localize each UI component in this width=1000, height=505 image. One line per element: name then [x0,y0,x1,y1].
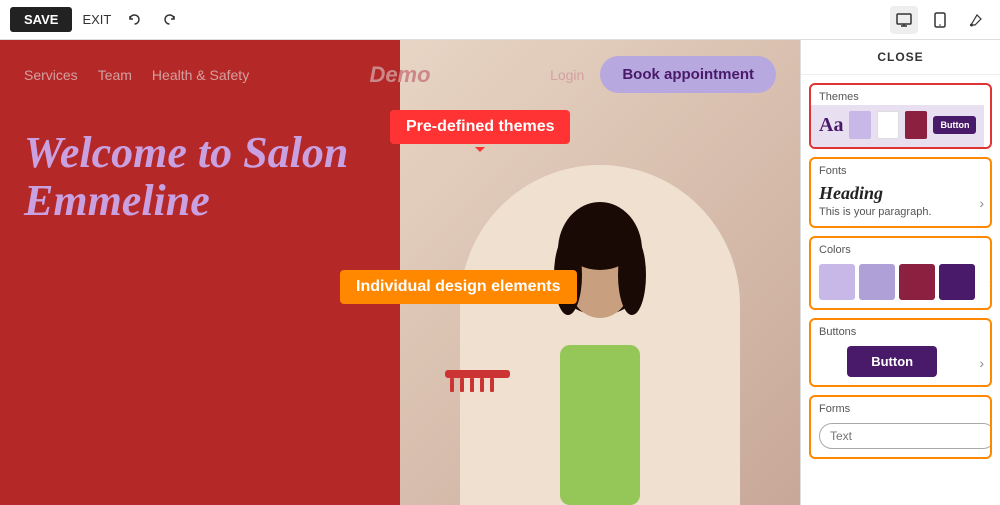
button-preview: Button [847,346,937,377]
fonts-section[interactable]: Fonts Heading This is your paragraph. › [809,157,992,228]
book-appointment-button[interactable]: Book appointment [600,56,776,93]
tooltip-design: Individual design elements [340,270,577,304]
hero-title: Welcome to Salon Emmeline [24,129,404,226]
person-silhouette [490,185,710,505]
forms-section[interactable]: Forms ✓ › [809,395,992,459]
preview-nav: Services Team Health & Safety Demo Login… [0,40,800,109]
nav-health[interactable]: Health & Safety [152,67,249,83]
themes-swatch-3 [905,111,927,139]
forms-content: ✓ [811,417,992,457]
exit-button[interactable]: EXIT [82,12,111,27]
nav-login[interactable]: Login [550,67,584,83]
nav-team[interactable]: Team [98,67,132,83]
themes-label: Themes [811,85,990,105]
nav-services[interactable]: Services [24,67,78,83]
themes-section[interactable]: Themes Aa Button › [809,83,992,149]
buttons-chevron-icon: › [973,355,990,371]
themes-swatch-1 [849,111,871,139]
forms-row: ✓ › [811,417,990,457]
redo-button[interactable] [155,6,183,34]
fonts-chevron-icon: › [973,195,990,211]
themes-swatch-2 [877,111,899,139]
buttons-row: Button › [811,340,990,385]
themes-preview: Aa Button [811,105,984,147]
forms-body: ✓ [811,417,992,457]
buttons-section[interactable]: Buttons Button › [809,318,992,387]
color-swatch-2 [859,264,895,300]
fonts-row: Heading This is your paragraph. › [811,179,990,226]
themes-aa-text: Aa [819,114,843,137]
close-button[interactable]: CLOSE [801,40,1000,75]
color-swatch-1 [819,264,855,300]
undo-button[interactable] [121,6,149,34]
paint-button[interactable] [962,6,990,34]
themes-row: Aa Button › [811,105,990,147]
color-swatch-3 [899,264,935,300]
nav-logo: Demo [369,62,430,88]
fonts-content: Heading This is your paragraph. [811,179,973,226]
colors-label: Colors [811,238,990,258]
colors-body [811,258,983,308]
main-area: Services Team Health & Safety Demo Login… [0,40,1000,505]
colors-chevron-icon: › [983,275,992,291]
forms-input-preview[interactable] [819,423,992,449]
forms-label: Forms [811,397,990,417]
color-swatch-4 [939,264,975,300]
themes-body: Aa Button [811,105,984,147]
right-panel: CLOSE Themes Aa Button › Fonts [800,40,1000,505]
colors-swatches [811,258,983,308]
nav-links: Services Team Health & Safety [24,67,249,83]
desktop-view-button[interactable] [890,6,918,34]
fonts-label: Fonts [811,159,990,179]
toolbar-icons [121,6,183,34]
buttons-body: Button [811,340,973,385]
colors-row: › [811,258,990,308]
buttons-label: Buttons [811,320,990,340]
device-switcher [890,6,990,34]
font-paragraph-preview: This is your paragraph. [819,206,965,218]
font-heading-preview: Heading [819,183,965,204]
toolbar: SAVE EXIT [0,0,1000,40]
comb-icon [440,345,520,405]
nav-right: Login Book appointment [550,56,776,93]
themes-chevron-icon: › [984,118,992,134]
colors-section[interactable]: Colors › [809,236,992,310]
save-button[interactable]: SAVE [10,7,72,32]
themes-btn-preview: Button [933,116,976,134]
buttons-content: Button [811,340,973,385]
fonts-body: Heading This is your paragraph. [811,179,973,226]
tooltip-themes: Pre-defined themes [390,110,570,144]
tablet-view-button[interactable] [926,6,954,34]
website-preview: Services Team Health & Safety Demo Login… [0,40,800,505]
